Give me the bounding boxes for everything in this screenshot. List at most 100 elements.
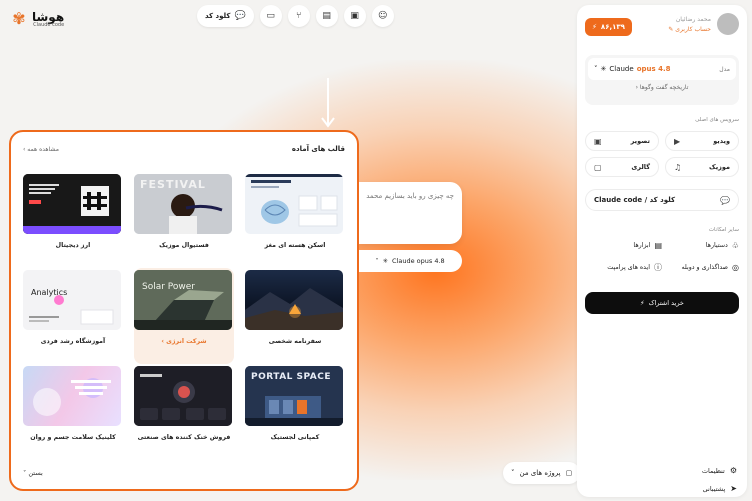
thumb-text: Analytics bbox=[31, 288, 68, 297]
other-features-grid: ♧ دستیارها ▤ ابزارها ◎ صداگذاری و دوبله … bbox=[585, 241, 739, 273]
chat-model-label: Claude opus 4.8 bbox=[392, 257, 445, 265]
service-claude-code[interactable]: 💬 کلود کد / Claude code bbox=[585, 189, 739, 211]
template-thumb: Solar Power bbox=[134, 270, 232, 330]
folder-icon: ▭ bbox=[266, 11, 275, 21]
template-card-digital-currency[interactable]: ارز دیجیتال bbox=[23, 172, 123, 268]
claude-code-label: کلود کد / Claude code bbox=[594, 196, 676, 204]
smile-button[interactable]: ☺ bbox=[371, 5, 394, 27]
template-label: کمپانی لجستیک bbox=[270, 434, 320, 441]
template-label: سفرنامه شخصی bbox=[268, 338, 322, 345]
bolt-icon: ⚡ bbox=[592, 23, 597, 31]
model-version: opus 4.8 bbox=[636, 65, 671, 73]
video-icon: ▶ bbox=[674, 136, 681, 146]
template-label: آموزشگاه رشد فردی bbox=[40, 338, 106, 345]
template-card-music-festival[interactable]: FESTIVAL فستیوال موزیک bbox=[134, 172, 234, 268]
templates-grid: اسکن هسته ای مغز FESTIVAL فستیوال موزیک bbox=[23, 172, 345, 460]
model-name: Claude bbox=[609, 65, 634, 73]
template-thumb: FESTIVAL bbox=[134, 174, 232, 234]
template-card-health-clinic[interactable]: کلینیک سلامت جسم و روان bbox=[23, 364, 123, 460]
settings-link[interactable]: ⚙ تنظیمات bbox=[702, 466, 737, 475]
template-card-brain-scan[interactable]: اسکن هسته ای مغز bbox=[245, 172, 345, 268]
my-projects-button[interactable]: ▢ پروژه های من ˅ bbox=[503, 462, 581, 484]
close-templates-button[interactable]: بستن ˅ bbox=[23, 469, 43, 477]
image-icon: ▣ bbox=[594, 136, 602, 146]
chat-history-link[interactable]: تاریخچه گفت وگوها ‹ bbox=[585, 84, 739, 91]
template-label: فروش خنک کننده های صنعتی bbox=[137, 434, 231, 441]
chat-placeholder: چه چیزی رو باید بسازیم محمد bbox=[366, 192, 454, 200]
model-selector-box: مدل ˅ ✳ Claude opus 4.8 تاریخچه گفت وگوه… bbox=[585, 55, 739, 105]
template-thumb bbox=[245, 270, 343, 330]
feature-assistants[interactable]: ♧ دستیارها bbox=[662, 241, 739, 250]
sidebar-bottom-links: ⚙ تنظیمات ➤ پشتیبانی bbox=[702, 466, 737, 501]
service-music[interactable]: موزیک ♫ bbox=[665, 157, 739, 177]
music-icon: ♫ bbox=[674, 162, 682, 172]
template-label: اسکن هسته ای مغز bbox=[264, 242, 326, 249]
model-select[interactable]: مدل ˅ ✳ Claude opus 4.8 bbox=[588, 58, 736, 80]
feature-tools[interactable]: ▤ ابزارها bbox=[585, 241, 662, 250]
bolt-icon: ⚡ bbox=[640, 299, 645, 307]
service-image[interactable]: تصویر ▣ bbox=[585, 131, 659, 151]
avatar bbox=[717, 13, 739, 35]
template-label: ارز دیجیتال bbox=[55, 242, 91, 249]
main-services-title: سرویس های اصلی bbox=[695, 117, 739, 123]
right-sidebar: محمد رضائیان حساب کاربری ✎ ⚡ ۸۶,۱۳۹ مدل … bbox=[577, 5, 747, 497]
template-thumb bbox=[23, 366, 121, 426]
film-icon: ▤ bbox=[322, 11, 331, 21]
claude-code-pill-label: کلود کد bbox=[205, 12, 231, 20]
template-label: کلینیک سلامت جسم و روان bbox=[30, 434, 116, 441]
user-profile[interactable]: محمد رضائیان حساب کاربری ✎ bbox=[668, 13, 739, 35]
logo-flower-icon: ✾ bbox=[12, 9, 26, 28]
chevron-down-icon: ˅ bbox=[594, 65, 598, 73]
thumb-text: FESTIVAL bbox=[140, 178, 206, 191]
templates-title: قالب های آماده bbox=[291, 145, 345, 153]
template-thumb bbox=[134, 366, 232, 426]
claude-spark-icon: ✳ bbox=[382, 257, 389, 265]
credit-badge[interactable]: ⚡ ۸۶,۱۳۹ bbox=[585, 18, 632, 36]
claude-code-pill[interactable]: 💬 کلود کد bbox=[197, 5, 254, 27]
claude-spark-icon: ✳ bbox=[600, 65, 607, 73]
assistant-icon: ♧ bbox=[731, 241, 739, 250]
template-card-personal-growth-school[interactable]: Analytics آموزشگاه رشد فردی bbox=[23, 268, 123, 364]
template-card-energy-company[interactable]: Solar Power شرکت انرژی › bbox=[134, 268, 234, 364]
template-thumb bbox=[245, 174, 343, 234]
gallery-icon: ▢ bbox=[594, 162, 602, 172]
app-logo[interactable]: ✾ هوشا Claude code bbox=[10, 10, 64, 28]
template-thumb: PORTAL SPACE bbox=[245, 366, 343, 426]
share-button[interactable]: ⑂ bbox=[287, 5, 310, 27]
feature-voice-dubbing[interactable]: ◎ صداگذاری و دوبله bbox=[662, 262, 739, 273]
template-card-logistics-company[interactable]: PORTAL SPACE کمپانی لجستیک bbox=[245, 364, 345, 460]
top-toolbar: 💬 کلود کد ▭ ⑂ ▤ ▣ ☺ bbox=[197, 5, 394, 27]
thumb-text: PORTAL SPACE bbox=[251, 372, 332, 382]
template-thumb: Analytics bbox=[23, 270, 121, 330]
template-card-industrial-cooling[interactable]: فروش خنک کننده های صنعتی bbox=[134, 364, 234, 460]
voice-icon: ◎ bbox=[732, 263, 739, 272]
projects-label: پروژه های من bbox=[519, 469, 561, 477]
send-icon: ➤ bbox=[730, 484, 737, 493]
chat-model-select[interactable]: ˅ ✳ Claude opus 4.8 bbox=[358, 250, 462, 272]
chevron-left-icon: ‹ bbox=[635, 84, 638, 91]
idea-icon: ⓘ bbox=[654, 263, 662, 272]
template-card-personal-journey[interactable]: سفرنامه شخصی bbox=[245, 268, 345, 364]
support-link[interactable]: ➤ پشتیبانی bbox=[702, 484, 737, 493]
other-features-title: سایر امکانات bbox=[708, 227, 739, 233]
app-name: هوشا bbox=[32, 9, 65, 24]
buy-subscription-button[interactable]: خرید اشتراک ⚡ bbox=[585, 292, 739, 314]
main-services-grid: ویدیو ▶ تصویر ▣ موزیک ♫ گالری ▢ bbox=[585, 131, 739, 177]
feature-prompt-ideas[interactable]: ⓘ ایده های پرامپت bbox=[585, 262, 662, 273]
app-subtitle: Claude code bbox=[33, 21, 65, 28]
chevron-down-icon: ˅ bbox=[511, 469, 515, 477]
image-button[interactable]: ▣ bbox=[343, 5, 366, 27]
folder-button[interactable]: ▭ bbox=[259, 5, 282, 27]
film-button[interactable]: ▤ bbox=[315, 5, 338, 27]
service-video[interactable]: ویدیو ▶ bbox=[665, 131, 739, 151]
chevron-down-icon: ˅ bbox=[375, 257, 379, 265]
see-all-link[interactable]: مشاهده همه › bbox=[23, 146, 59, 153]
buy-label: خرید اشتراک bbox=[648, 299, 684, 307]
service-gallery[interactable]: گالری ▢ bbox=[585, 157, 659, 177]
thumb-text: Solar Power bbox=[142, 282, 196, 292]
chat-input[interactable]: چه چیزی رو باید بسازیم محمد bbox=[358, 182, 462, 244]
projects-icon: ▢ bbox=[565, 469, 573, 477]
template-label: فستیوال موزیک bbox=[159, 242, 209, 249]
down-arrow-icon bbox=[321, 78, 335, 128]
template-thumb bbox=[23, 174, 121, 234]
